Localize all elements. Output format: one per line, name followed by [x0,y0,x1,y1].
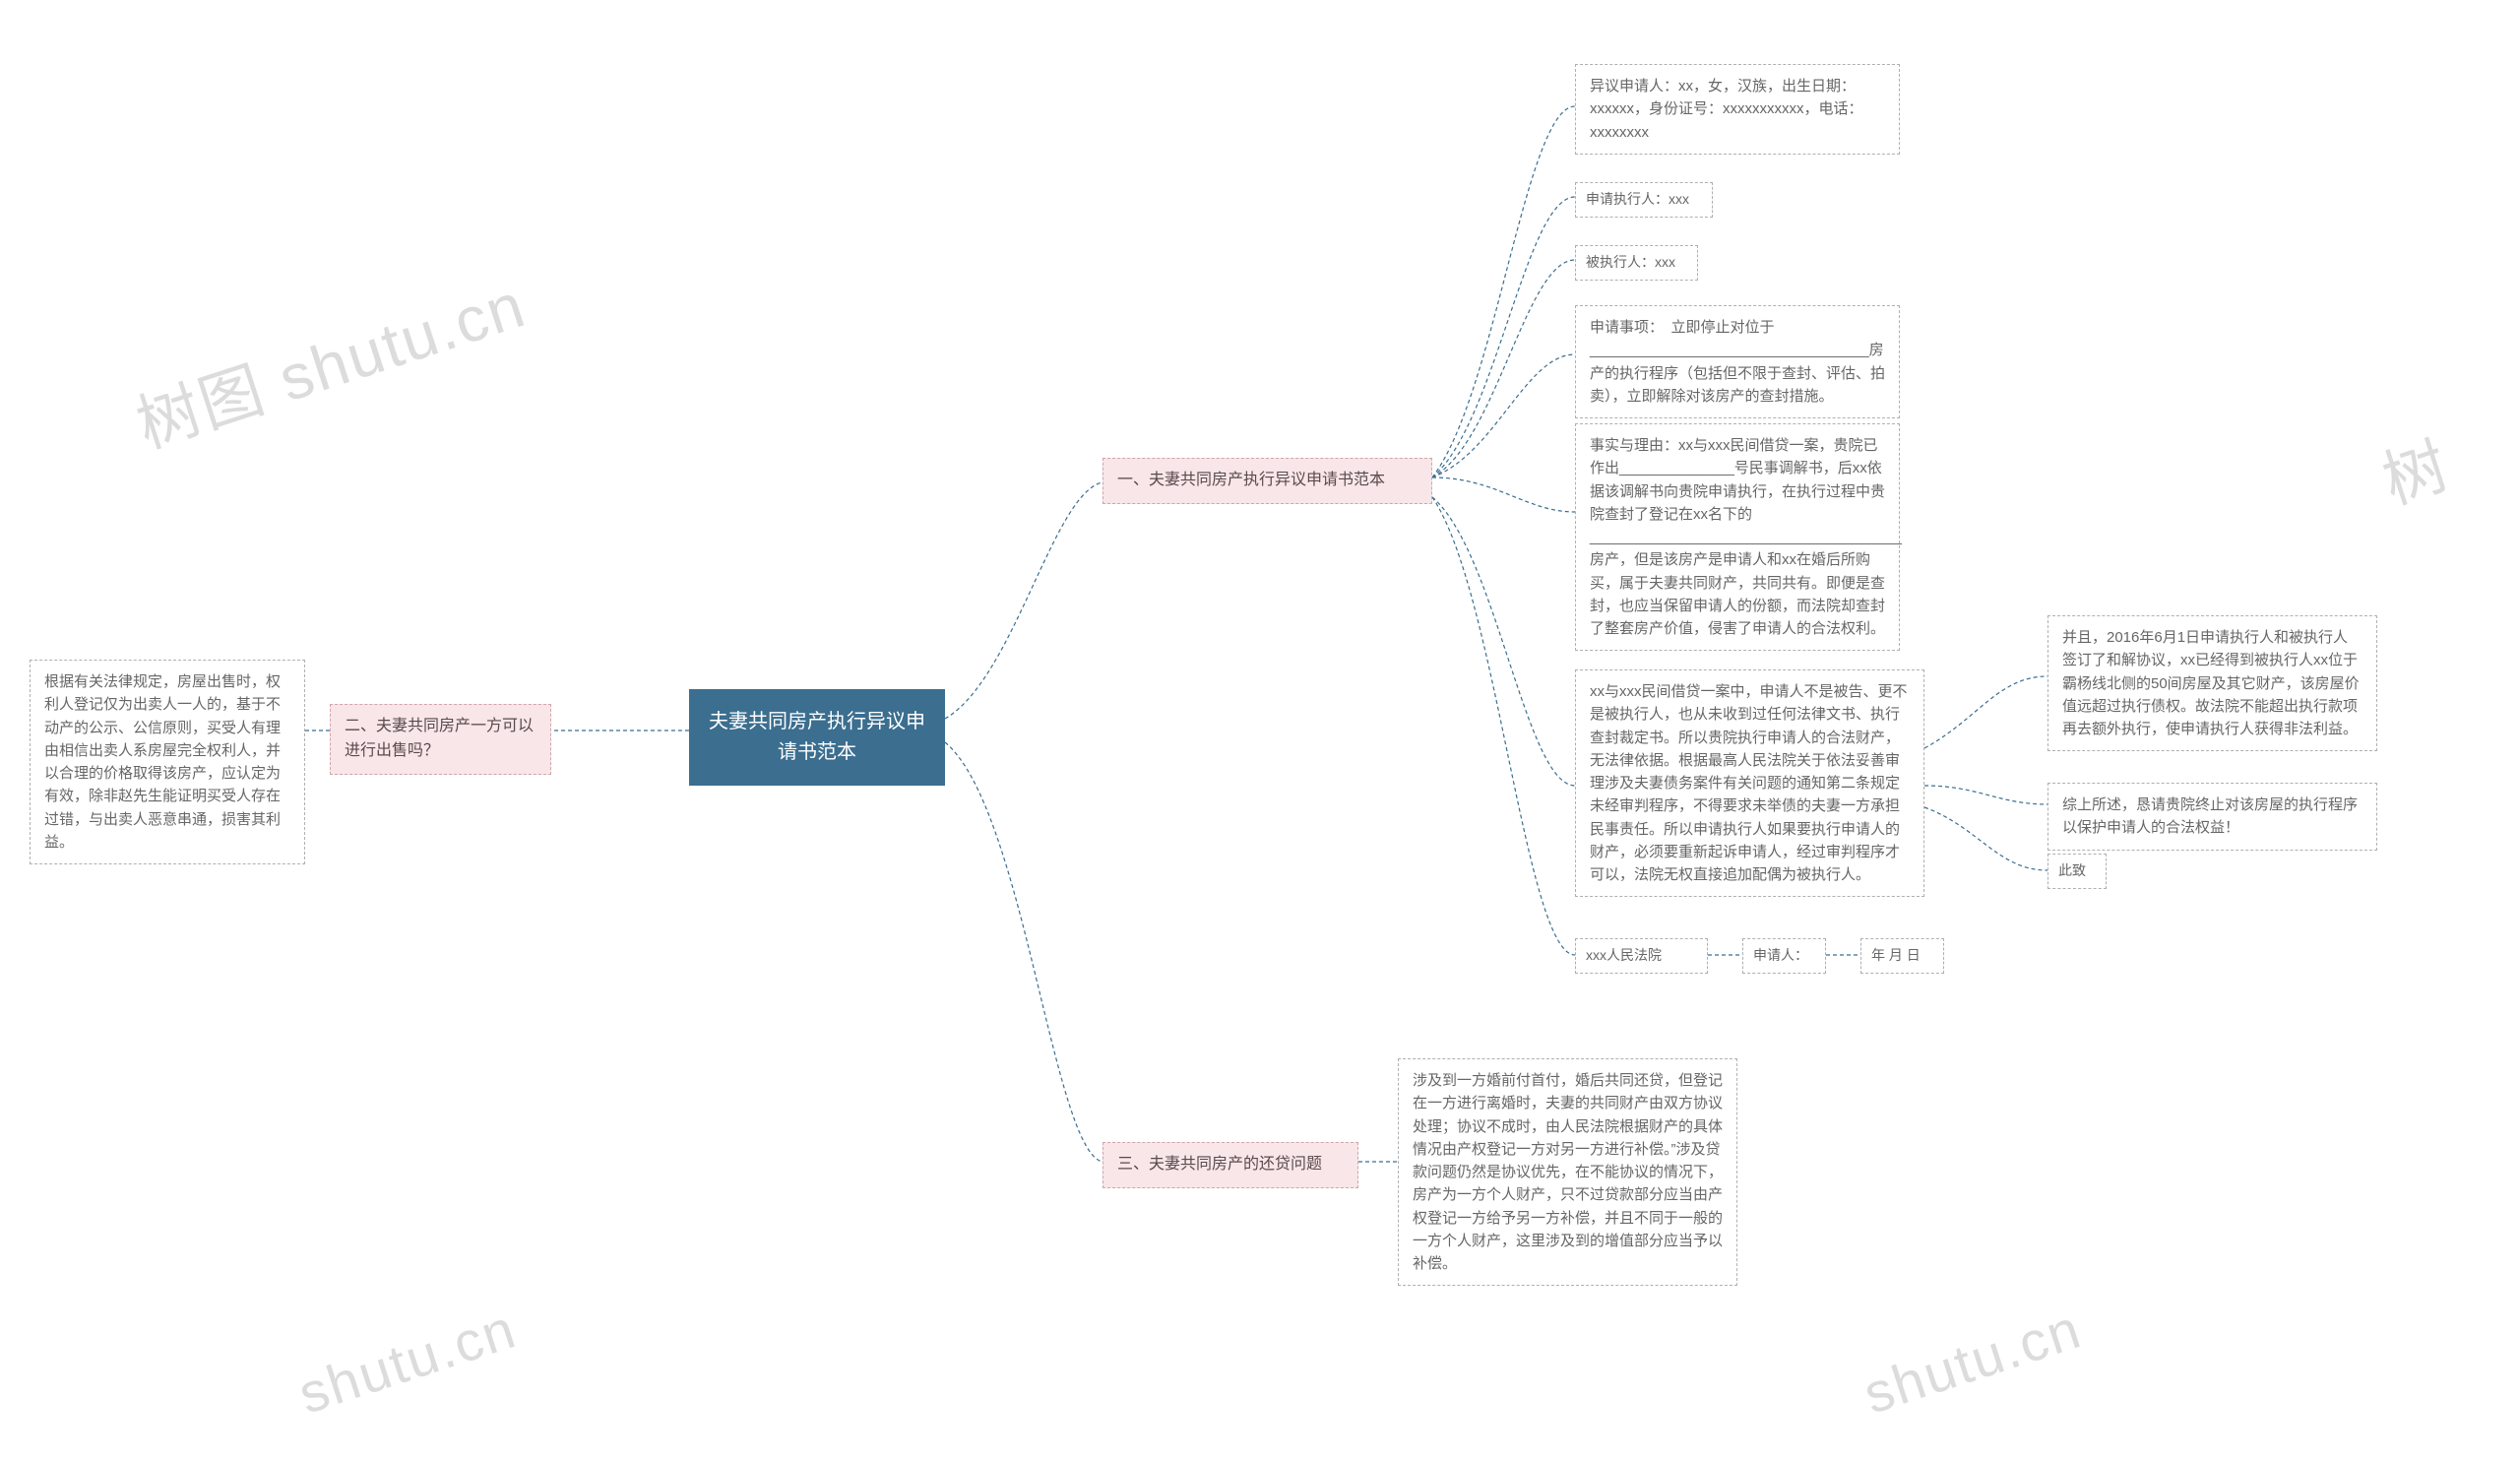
s1-item5[interactable]: 事实与理由：xx与xxx民间借贷一案，贵院已作出______________号民… [1575,423,1900,651]
s1-item6[interactable]: xx与xxx民间借贷一案中，申请人不是被告、更不是被执行人，也从未收到过任何法律… [1575,669,1924,897]
s1-item7-text: xxx人民法院 [1586,947,1662,963]
watermark-br: shutu.cn [1857,1296,2090,1426]
root-node[interactable]: 夫妻共同房产执行异议申请书范本 [689,689,945,786]
s1-item2[interactable]: 申请执行人：xxx [1575,182,1713,218]
s1-item4-text: 申请事项： 立即停止对位于___________________________… [1590,319,1885,405]
s1-item3-text: 被执行人：xxx [1586,254,1675,270]
s1-item6-child1[interactable]: 并且，2016年6月1日申请执行人和被执行人签订了和解协议，xx已经得到被执行人… [2048,615,2377,751]
s1-item6-child3[interactable]: 此致 [2048,854,2107,889]
mindmap-stage: 树图 shutu.cn 树 shutu.cn shutu.cn [0,0,2520,1461]
watermark-bl: shutu.cn [291,1296,525,1426]
section2-node[interactable]: 二、夫妻共同房产一方可以进行出售吗？ [330,704,551,775]
section2-title: 二、夫妻共同房产一方可以进行出售吗？ [345,718,534,759]
s1-item6-child2[interactable]: 综上所述，恳请贵院终止对该房屋的执行程序以保护申请人的合法权益！ [2048,783,2377,851]
watermark-tr: 树 [2369,415,2459,522]
s1-item2-text: 申请执行人：xxx [1586,191,1689,207]
s1-item4[interactable]: 申请事项： 立即停止对位于___________________________… [1575,305,1900,418]
s1-item7-1-text: 申请人： [1753,947,1808,963]
s1-item6-text: xx与xxx民间借贷一案中，申请人不是被告、更不是被执行人，也从未收到过任何法律… [1590,683,1908,883]
section1-title: 一、夫妻共同房产执行异议申请书范本 [1117,472,1385,488]
section3-body-text: 涉及到一方婚前付首付，婚后共同还贷，但登记在一方进行离婚时，夫妻的共同财产由双方… [1413,1072,1723,1272]
watermark-tl: 树图 shutu.cn [124,255,536,466]
s1-item6-child2-text: 综上所述，恳请贵院终止对该房屋的执行程序以保护申请人的合法权益！ [2062,796,2358,836]
s1-item1[interactable]: 异议申请人：xx，女，汉族，出生日期：xxxxxx，身份证号：xxxxxxxxx… [1575,64,1900,155]
s1-item3[interactable]: 被执行人：xxx [1575,245,1698,281]
s1-item7-2[interactable]: 年 月 日 [1860,938,1944,974]
s1-item6-child3-text: 此致 [2058,862,2086,878]
s1-item1-text: 异议申请人：xx，女，汉族，出生日期：xxxxxx，身份证号：xxxxxxxxx… [1590,78,1863,141]
section2-body-text: 根据有关法律规定，房屋出售时，权利人登记仅为出卖人一人的，基于不动产的公示、公信… [44,673,281,851]
s1-item7[interactable]: xxx人民法院 [1575,938,1708,974]
section2-body[interactable]: 根据有关法律规定，房屋出售时，权利人登记仅为出卖人一人的，基于不动产的公示、公信… [30,660,305,864]
section3-body[interactable]: 涉及到一方婚前付首付，婚后共同还贷，但登记在一方进行离婚时，夫妻的共同财产由双方… [1398,1058,1737,1286]
section1-node[interactable]: 一、夫妻共同房产执行异议申请书范本 [1102,458,1432,504]
s1-item7-2-text: 年 月 日 [1871,947,1921,963]
s1-item5-text: 事实与理由：xx与xxx民间借贷一案，贵院已作出______________号民… [1590,437,1902,637]
section3-title: 三、夫妻共同房产的还贷问题 [1117,1156,1322,1173]
section3-node[interactable]: 三、夫妻共同房产的还贷问题 [1102,1142,1358,1188]
s1-item7-1[interactable]: 申请人： [1742,938,1826,974]
root-title: 夫妻共同房产执行异议申请书范本 [709,711,925,763]
s1-item6-child1-text: 并且，2016年6月1日申请执行人和被执行人签订了和解协议，xx已经得到被执行人… [2062,629,2360,737]
